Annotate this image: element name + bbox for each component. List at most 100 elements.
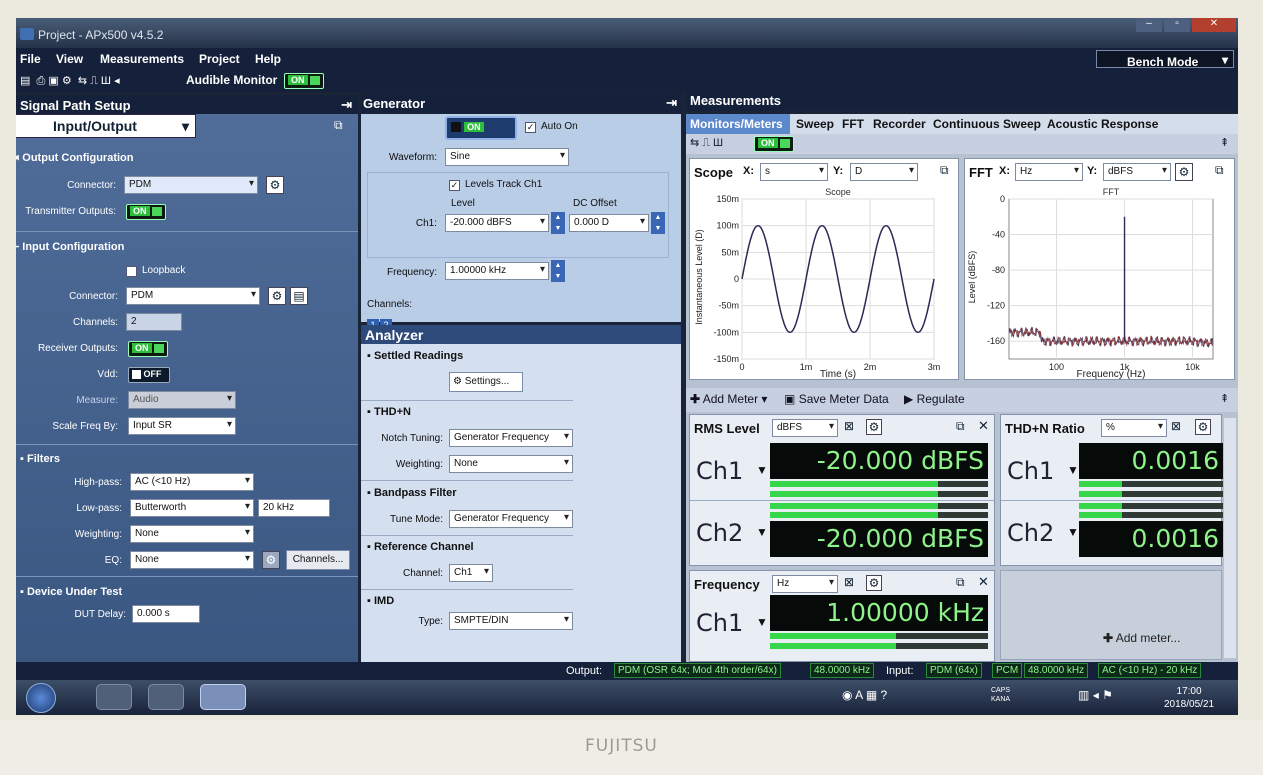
start-button[interactable] xyxy=(26,683,56,713)
scope-x-unit-dropdown[interactable]: s xyxy=(760,163,828,181)
output-settings-gear-icon[interactable]: ⚙ xyxy=(266,176,284,194)
dc-offset-spinner[interactable]: ▲ ▼ xyxy=(651,212,665,234)
weighting-dropdown[interactable]: None xyxy=(449,455,573,473)
scope-y-unit-dropdown[interactable]: D xyxy=(850,163,918,181)
pulse-icon[interactable]: ⎍ xyxy=(702,137,710,149)
scale-freq-dropdown[interactable]: Input SR xyxy=(128,417,236,435)
graph-icon[interactable]: ⊠ xyxy=(1171,419,1181,433)
auto-on-checkbox[interactable]: ✓ xyxy=(525,122,536,133)
reference-channel-header[interactable]: ▪ Reference Channel xyxy=(367,541,474,553)
menu-project[interactable]: Project xyxy=(199,52,240,66)
audible-monitor-toggle[interactable]: ON xyxy=(284,73,324,89)
tab-sweep[interactable]: Sweep xyxy=(796,117,834,131)
popout-icon[interactable]: ⧉ xyxy=(956,575,965,590)
gear-icon[interactable]: ⚙ xyxy=(62,75,72,87)
popout-icon[interactable]: ⧉ xyxy=(956,419,965,434)
print-icon[interactable]: ⎙ xyxy=(37,75,46,87)
signal-path-selector[interactable]: Input/Output ▾ xyxy=(16,114,196,138)
vertical-scrollbar[interactable] xyxy=(1224,418,1236,658)
output-connector-dropdown[interactable]: PDM xyxy=(124,176,258,194)
popout-icon[interactable]: ⧉ xyxy=(334,118,343,133)
filters-header[interactable]: ▪ Filters xyxy=(20,453,60,465)
dut-header[interactable]: ▪ Device Under Test xyxy=(20,586,122,598)
monitor-toolbar-icons[interactable]: ⇆ ⎍ Ш xyxy=(690,136,723,150)
imd-header[interactable]: ▪ IMD xyxy=(367,595,394,607)
highpass-dropdown[interactable]: AC (<10 Hz) xyxy=(130,473,254,491)
weighting-dropdown[interactable]: None xyxy=(130,525,254,543)
speaker-icon[interactable]: ◂ xyxy=(1093,688,1099,702)
system-tray[interactable]: ▥ ◂ ⚑ xyxy=(1078,688,1113,702)
eq-settings-gear-icon[interactable]: ⚙ xyxy=(262,551,280,569)
regulate-button[interactable]: ▶ Regulate xyxy=(904,392,965,406)
collapse-icon[interactable]: ⇞ xyxy=(1220,136,1229,149)
chevron-down-icon[interactable]: ▼ xyxy=(756,525,768,539)
shield-icon[interactable]: ◉ xyxy=(842,688,852,702)
save-meter-data-button[interactable]: ▣ Save Meter Data xyxy=(784,392,889,406)
eq-dropdown[interactable]: None xyxy=(130,551,254,569)
thdn-unit-dropdown[interactable]: % xyxy=(1101,419,1167,437)
dc-offset-field[interactable]: 0.000 D xyxy=(569,214,649,232)
tune-mode-dropdown[interactable]: Generator Frequency xyxy=(449,510,573,528)
fft-x-unit-dropdown[interactable]: Hz xyxy=(1015,163,1083,181)
clock[interactable]: 17:00 2018/05/21 xyxy=(1164,685,1214,711)
apx-taskbar-icon[interactable] xyxy=(200,684,246,710)
chevron-down-icon[interactable]: ▼ xyxy=(1067,525,1079,539)
menu-view[interactable]: View xyxy=(56,52,83,66)
channels-stepper[interactable]: 2 xyxy=(126,313,182,331)
bars-icon[interactable]: Ш xyxy=(713,137,723,149)
rms-settings-gear-icon[interactable]: ⚙ xyxy=(866,419,882,435)
toolbar-icons[interactable]: ▤ ⎙ ▣ ⚙ ⇆ ⎍ Ш ◂ xyxy=(20,74,120,88)
rms-unit-dropdown[interactable]: dBFS xyxy=(772,419,838,437)
add-meter-tile[interactable]: ✚ Add meter... xyxy=(1000,570,1222,660)
signal-icon[interactable]: ⇆ xyxy=(78,75,87,87)
waveform-dropdown[interactable]: Sine xyxy=(445,148,569,166)
network-icon[interactable]: ▥ xyxy=(1078,688,1089,702)
lowpass-dropdown[interactable]: Butterworth xyxy=(130,499,254,517)
pin-icon[interactable]: ⇥ xyxy=(341,97,352,113)
menu-help[interactable]: Help xyxy=(255,52,281,66)
fft-y-unit-dropdown[interactable]: dBFS xyxy=(1103,163,1171,181)
flag-icon[interactable]: ⚑ xyxy=(1102,688,1113,702)
graph-icon[interactable]: ⊠ xyxy=(844,575,854,589)
chevron-down-icon[interactable]: ▼ xyxy=(756,615,768,629)
input-settings-gear-icon[interactable]: ⚙ xyxy=(268,287,286,305)
tab-acoustic-response[interactable]: Acoustic Response xyxy=(1047,117,1158,131)
save-icon[interactable]: ▣ xyxy=(48,75,58,87)
ime-icon[interactable]: ▦ xyxy=(866,688,877,702)
bars-icon[interactable]: Ш xyxy=(101,75,111,87)
speaker-icon[interactable]: ◂ xyxy=(114,75,120,87)
media-taskbar-icon[interactable] xyxy=(148,684,184,710)
popout-icon[interactable]: ⧉ xyxy=(1215,163,1224,178)
loopback-checkbox[interactable] xyxy=(126,266,137,277)
graph-icon[interactable]: ⊠ xyxy=(844,419,854,433)
add-meter-button[interactable]: ✚ Add Meter ▾ xyxy=(690,392,767,406)
pin-icon[interactable]: ⇥ xyxy=(666,95,677,111)
fft-settings-gear-icon[interactable]: ⚙ xyxy=(1175,163,1193,181)
thdn-header[interactable]: ▪ THD+N xyxy=(367,406,411,418)
chevron-down-icon[interactable]: ▼ xyxy=(756,463,768,477)
new-icon[interactable]: ▤ xyxy=(20,75,30,87)
vdd-toggle[interactable]: OFF xyxy=(128,367,170,383)
close-icon[interactable]: ✕ xyxy=(978,418,989,434)
close-button[interactable]: ✕ xyxy=(1192,18,1236,32)
input-connector-dropdown[interactable]: PDM xyxy=(126,287,260,305)
dut-delay-field[interactable]: 0.000 s xyxy=(132,605,200,623)
explorer-taskbar-icon[interactable] xyxy=(96,684,132,710)
tab-fft[interactable]: FFT xyxy=(842,117,864,131)
minimize-button[interactable]: – xyxy=(1136,18,1162,32)
signal-icon[interactable]: ⇆ xyxy=(690,137,699,149)
receiver-outputs-toggle[interactable]: ON xyxy=(128,341,168,357)
ime-indicator[interactable]: A xyxy=(855,688,862,702)
thdn-settings-gear-icon[interactable]: ⚙ xyxy=(1195,419,1211,435)
chevron-down-icon[interactable]: ▼ xyxy=(1067,463,1079,477)
popout-icon[interactable]: ⧉ xyxy=(940,163,949,178)
levels-track-checkbox[interactable]: ✓ xyxy=(449,180,460,191)
input-config-header[interactable]: ⇤ Input Configuration xyxy=(16,240,124,253)
imd-type-dropdown[interactable]: SMPTE/DIN xyxy=(449,612,573,630)
pulse-icon[interactable]: ⎍ xyxy=(90,75,98,87)
frequency-spinner[interactable]: ▲ ▼ xyxy=(551,260,565,282)
tray-icons[interactable]: ◉ A ▦ ? xyxy=(842,688,887,702)
reference-channel-dropdown[interactable]: Ch1 xyxy=(449,564,493,582)
lowpass-frequency-field[interactable]: 20 kHz xyxy=(258,499,330,517)
collapse-icon[interactable]: ⇞ xyxy=(1220,392,1229,405)
